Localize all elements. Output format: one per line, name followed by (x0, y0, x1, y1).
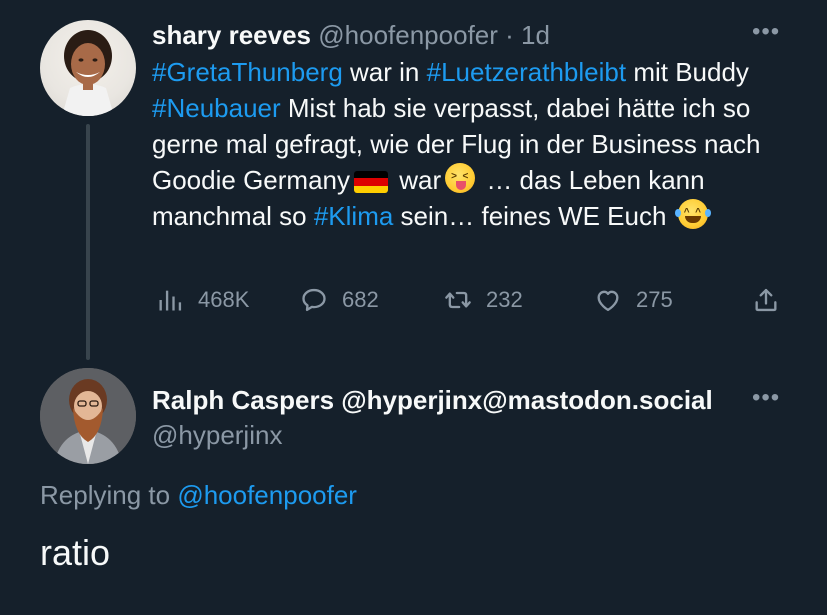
replying-to: Replying to @hoofenpoofer (40, 478, 357, 512)
tweet-actions: 468K 682 232 275 (152, 282, 792, 318)
views-button[interactable]: 468K (156, 282, 249, 318)
reply-header: Ralph Caspers @hyperjinx@mastodon.social (152, 383, 713, 417)
more-options-icon[interactable]: ••• (752, 386, 780, 410)
hashtag-link[interactable]: #Neubauer (152, 93, 281, 123)
more-options-icon[interactable]: ••• (752, 20, 780, 44)
tweet-text-segment: war in (342, 57, 427, 87)
views-count: 468K (198, 287, 250, 312)
replying-to-prefix: Replying to (40, 480, 178, 510)
retweet-button[interactable]: 232 (444, 282, 523, 318)
avatar-portrait-icon (40, 368, 136, 464)
tweet-text-segment: sein… feines WE Euch (393, 201, 667, 231)
tweet-text: #GretaThunberg war in #Luetzerathbleibt … (152, 54, 802, 234)
share-upload-icon (755, 288, 777, 312)
avatar-shary-reeves[interactable] (40, 20, 136, 116)
display-name[interactable]: Ralph Caspers @hyperjinx@mastodon.social (152, 385, 713, 415)
handle[interactable]: @hoofenpoofer (318, 20, 498, 50)
replying-to-handle-link[interactable]: @hoofenpoofer (177, 480, 357, 510)
tweet-text-segment: mit Buddy (626, 57, 749, 87)
tweet-text-segment: war (391, 165, 442, 195)
avatar-ralph-caspers[interactable] (40, 368, 136, 464)
like-button[interactable]: 275 (594, 282, 673, 318)
reply-button[interactable]: 682 (300, 282, 379, 318)
like-count: 275 (636, 287, 673, 312)
germany-flag-icon (353, 171, 388, 193)
squinting-face-with-tongue-icon: > < (445, 163, 476, 193)
tweet-header: shary reeves @hoofenpoofer · 1d (152, 18, 550, 52)
hashtag-link[interactable]: #Klima (314, 201, 393, 231)
reply-count: 682 (342, 287, 379, 312)
retweet-count: 232 (486, 287, 523, 312)
timestamp[interactable]: 1d (521, 20, 550, 50)
hashtag-link[interactable]: #Luetzerathbleibt (427, 57, 626, 87)
heart-icon (597, 290, 619, 312)
display-name[interactable]: shary reeves (152, 20, 311, 50)
reply-bubble-icon (302, 288, 326, 312)
separator: · (505, 20, 514, 50)
share-button[interactable] (752, 282, 780, 318)
hashtag-link[interactable]: #GretaThunberg (152, 57, 343, 87)
thread-connector-line (86, 124, 90, 360)
handle[interactable]: @hyperjinx (152, 418, 282, 452)
face-with-tears-of-joy-icon: ^ ^ (674, 199, 711, 229)
reply-text: ratio (40, 532, 111, 573)
retweet-icon (445, 291, 471, 309)
avatar-portrait-icon (62, 30, 114, 116)
views-chart-icon (159, 290, 182, 311)
